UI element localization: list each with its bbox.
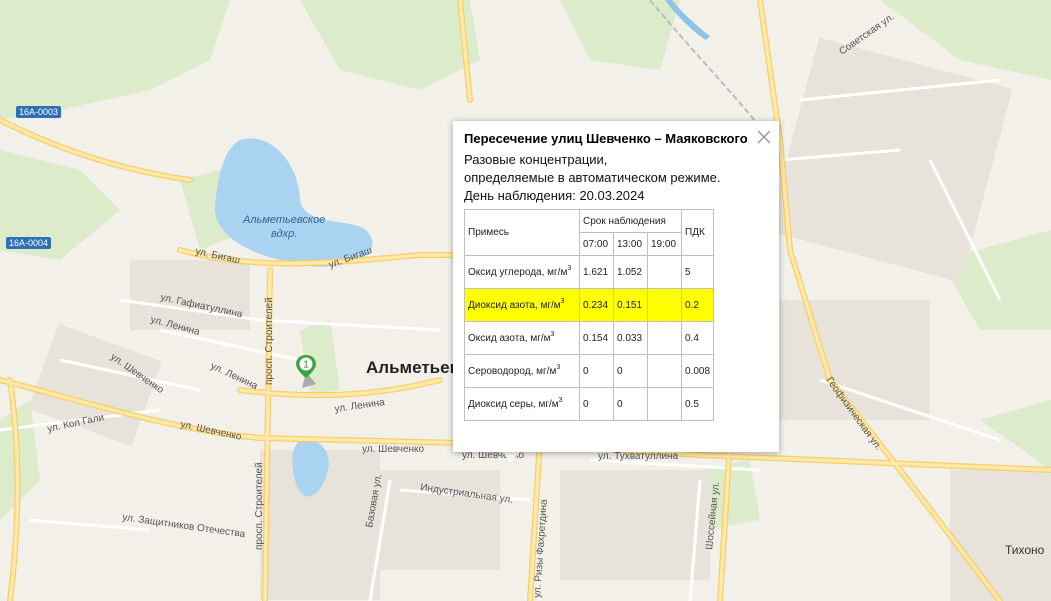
value-cell: 1.052 (613, 255, 648, 289)
value-cell: 0 (613, 354, 648, 388)
reservoir-label-1: Альметьевское (242, 214, 325, 226)
substance-cell: Диоксид серы, мг/м3 (464, 387, 580, 421)
value-cell (647, 288, 682, 322)
pdk-cell: 0.5 (680, 387, 715, 421)
substance-cell: Оксид углерода, мг/м3 (464, 255, 580, 289)
street-label: просп. Строителей (264, 297, 275, 385)
pdk-cell: 0.2 (680, 288, 715, 322)
header-time: 19:00 (647, 232, 682, 256)
substance-cell: Оксид азота, мг/м3 (464, 321, 580, 355)
value-cell (647, 255, 682, 289)
popup-description-2: определяемые в автоматическом режиме. (464, 170, 721, 185)
value-cell (647, 321, 682, 355)
street-label: ул. Шевченко (362, 444, 425, 455)
header-substance: Примесь (464, 209, 580, 256)
table-row: Оксид азота, мг/м3 0.154 0.033 0.4 (464, 321, 715, 355)
header-time: 13:00 (613, 232, 648, 256)
concentration-table: Примесь Срок наблюдения ПДК 07:00 13:00 … (464, 209, 715, 421)
popup-tail (502, 451, 520, 463)
reservoir-label-2: вдхр. (271, 228, 297, 240)
pdk-cell: 0.4 (680, 321, 715, 355)
table-row: Диоксид серы, мг/м3 0 0 0.5 (464, 387, 715, 421)
road-shield: 16А-0004 (6, 237, 52, 249)
header-time: 07:00 (579, 232, 614, 256)
value-cell: 0.234 (579, 288, 614, 322)
value-cell (647, 354, 682, 388)
value-cell: 0 (579, 387, 614, 421)
marker-number: 1 (303, 360, 309, 371)
substance-cell: Сероводород, мг/м3 (464, 354, 580, 388)
street-label: просп. Строителей (254, 462, 265, 550)
popup-title: Пересечение улиц Шевченко – Маяковского (464, 131, 748, 146)
value-cell: 0 (579, 354, 614, 388)
station-marker[interactable]: 1 (294, 354, 318, 390)
value-cell: 0.151 (613, 288, 648, 322)
header-pdk: ПДК (680, 209, 715, 256)
popup-description-1: Разовые концентрации, (464, 152, 608, 167)
pdk-cell: 0.008 (680, 354, 715, 388)
table-row-highlighted: Диоксид азота, мг/м3 0.234 0.151 0.2 (464, 288, 715, 322)
observation-date: День наблюдения: 20.03.2024 (464, 188, 645, 203)
station-popup: Пересечение улиц Шевченко – Маяковского … (453, 121, 779, 452)
value-cell: 0.033 (613, 321, 648, 355)
table-row: Оксид углерода, мг/м3 1.621 1.052 5 (464, 255, 715, 289)
street-label: ул. Тухватуллина (598, 451, 679, 462)
value-cell: 1.621 (579, 255, 614, 289)
close-icon[interactable] (756, 129, 772, 145)
value-cell: 0 (613, 387, 648, 421)
road-shield: 16А-0003 (16, 106, 62, 118)
substance-cell: Диоксид азота, мг/м3 (464, 288, 580, 322)
value-cell (647, 387, 682, 421)
pdk-cell: 5 (680, 255, 715, 289)
value-cell: 0.154 (579, 321, 614, 355)
place-label: Тихоно (1005, 543, 1045, 557)
header-period: Срок наблюдения (579, 209, 682, 233)
table-row: Сероводород, мг/м3 0 0 0.008 (464, 354, 715, 388)
